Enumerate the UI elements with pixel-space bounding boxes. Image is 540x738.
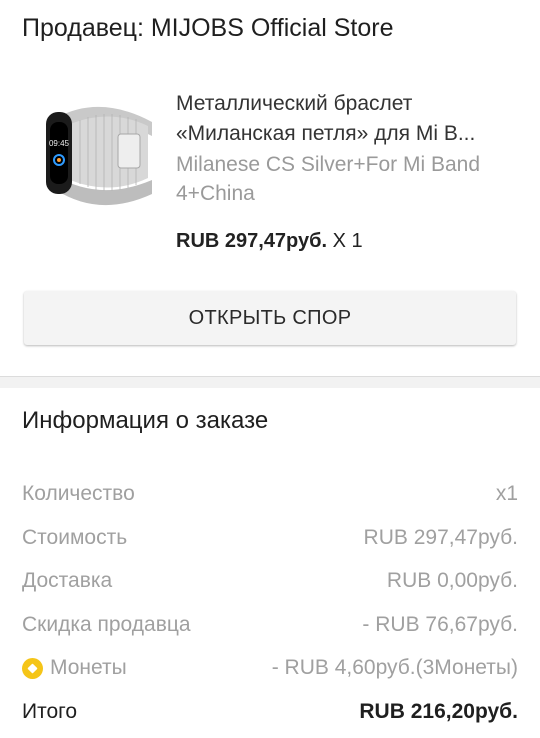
row-label-coins: Монеты bbox=[22, 656, 127, 680]
row-value: RUB 0,00руб. bbox=[386, 569, 518, 592]
order-info-title: Информация о заказе bbox=[22, 407, 269, 434]
total-value: RUB 216,20руб. bbox=[359, 700, 518, 723]
seller-name[interactable]: Продавец: MIJOBS Official Store bbox=[22, 14, 394, 43]
price-row: RUB 297,47руб. X 1 bbox=[176, 230, 363, 253]
product-quantity: X 1 bbox=[332, 230, 363, 252]
svg-text:09:45: 09:45 bbox=[49, 139, 70, 148]
row-value: - RUB 76,67руб. bbox=[362, 613, 518, 636]
milanese-loop-band-image: 09:45 bbox=[46, 106, 152, 206]
total-label: Итого bbox=[22, 700, 78, 723]
product-variant-line-2: 4+China bbox=[176, 182, 255, 205]
open-dispute-label: ОТКРЫТЬ СПОР bbox=[188, 306, 352, 329]
order-row-coins: Монеты - RUB 4,60руб.(3Монеты) bbox=[22, 653, 518, 683]
row-value: RUB 297,47руб. bbox=[363, 526, 518, 549]
row-label: Доставка bbox=[22, 569, 113, 592]
order-row-total: Итого RUB 216,20руб. bbox=[22, 697, 518, 727]
order-row-cost: Стоимость RUB 297,47руб. bbox=[22, 523, 518, 553]
order-row-quantity: Количество x1 bbox=[22, 479, 518, 509]
open-dispute-button[interactable]: ОТКРЫТЬ СПОР bbox=[24, 291, 516, 345]
row-label: Стоимость bbox=[22, 526, 128, 549]
product-variant: Milanese CS Silver+For Mi Band 4+China bbox=[176, 150, 526, 208]
product-image[interactable]: 09:45 bbox=[40, 84, 160, 216]
product-price: RUB 297,47руб. bbox=[176, 230, 328, 252]
row-label: Монеты bbox=[50, 656, 127, 679]
row-label: Количество bbox=[22, 482, 135, 505]
product-title-line-1: Металлический браслет bbox=[176, 92, 413, 115]
product-title-line-2: «Миланская петля» для Mi B... bbox=[176, 122, 476, 145]
order-row-seller-discount: Скидка продавца - RUB 76,67руб. bbox=[22, 610, 518, 640]
coin-icon bbox=[22, 657, 43, 679]
row-value: x1 bbox=[495, 482, 518, 505]
row-value: - RUB 4,60руб.(3Монеты) bbox=[271, 656, 518, 679]
section-divider bbox=[0, 376, 540, 388]
order-row-shipping: Доставка RUB 0,00руб. bbox=[22, 566, 518, 596]
row-label: Скидка продавца bbox=[22, 613, 191, 636]
product-variant-line-1: Milanese CS Silver+For Mi Band bbox=[176, 153, 481, 176]
product-title[interactable]: Металлический браслет «Миланская петля» … bbox=[176, 89, 521, 149]
